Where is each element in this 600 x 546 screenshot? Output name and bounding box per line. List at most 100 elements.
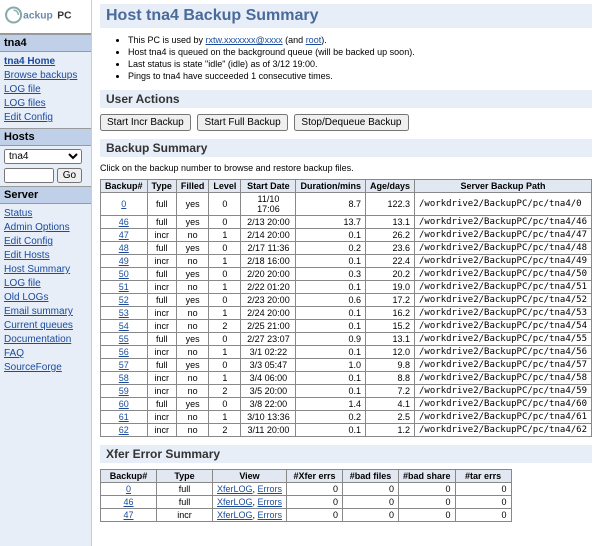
bs-cell: 3/1 02:22	[241, 346, 296, 359]
backup-number-link[interactable]: 58	[119, 373, 129, 383]
xe-cell: 0	[343, 483, 399, 496]
bs-cell: no	[176, 320, 209, 333]
xfer-error-table: Backup#TypeView#Xfer errs#bad files#bad …	[100, 469, 512, 522]
table-row: 47incrXferLOG, Errors0000	[101, 509, 512, 522]
stop-dequeue-backup-button[interactable]	[294, 114, 408, 131]
xfer-view-link[interactable]: XferLOG	[217, 484, 253, 494]
backup-number-link[interactable]: 47	[119, 230, 129, 240]
bs-cell: incr	[147, 411, 176, 424]
backup-number-link[interactable]: 56	[119, 347, 129, 357]
backup-number-link[interactable]: 61	[119, 412, 129, 422]
sidebar-server-link-2[interactable]: Edit Config	[4, 235, 87, 249]
table-row: 60fullyes03/8 22:001.44.1/workdrive2/Bac…	[101, 398, 592, 411]
backup-number-link[interactable]: 52	[119, 295, 129, 305]
bs-cell: yes	[176, 193, 209, 216]
xfer-view-link[interactable]: Errors	[258, 510, 283, 520]
bs-cell: incr	[147, 229, 176, 242]
sidebar-server-link-6[interactable]: Old LOGs	[4, 291, 87, 305]
bs-cell: 20.2	[365, 268, 414, 281]
host-input[interactable]	[4, 168, 54, 183]
backup-number-link[interactable]: 62	[119, 425, 129, 435]
backup-number-link[interactable]: 49	[119, 256, 129, 266]
sidebar-host-link-3[interactable]: LOG files	[4, 97, 87, 111]
backup-path: /workdrive2/BackupPC/pc/tna4/58	[415, 372, 592, 385]
sidebar-host-link-4[interactable]: Edit Config	[4, 111, 87, 125]
bs-cell: incr	[147, 307, 176, 320]
bs-cell: 2	[209, 424, 241, 437]
backup-path: /workdrive2/BackupPC/pc/tna4/53	[415, 307, 592, 320]
backup-summary-header: Backup Summary	[100, 139, 592, 157]
xe-col-header: View	[213, 470, 287, 483]
bs-cell: 0	[209, 268, 241, 281]
sidebar-server-link-4[interactable]: Host Summary	[4, 263, 87, 277]
sidebar-server-link-1[interactable]: Admin Options	[4, 221, 87, 235]
backup-number-link[interactable]: 54	[119, 321, 129, 331]
bs-cell: full	[147, 216, 176, 229]
sidebar-hosts-header: Hosts	[0, 128, 91, 146]
bs-cell: 2/17 11:36	[241, 242, 296, 255]
bs-cell: 2/22 01:20	[241, 281, 296, 294]
table-row: 52fullyes02/23 20:000.617.2/workdrive2/B…	[101, 294, 592, 307]
backup-number-link[interactable]: 46	[119, 217, 129, 227]
backup-number-link[interactable]: 47	[123, 510, 133, 520]
table-row: 0fullXferLOG, Errors0000	[101, 483, 512, 496]
bs-cell: incr	[147, 346, 176, 359]
xfer-view-link[interactable]: Errors	[258, 484, 283, 494]
bs-cell: 1.4	[296, 398, 366, 411]
bs-cell: 0	[209, 242, 241, 255]
sidebar-server-link-3[interactable]: Edit Hosts	[4, 249, 87, 263]
xfer-view-link[interactable]: XferLOG	[217, 497, 253, 507]
backup-number-link[interactable]: 55	[119, 334, 129, 344]
sidebar-server-link-7[interactable]: Email summary	[4, 305, 87, 319]
xfer-view-link[interactable]: XferLOG	[217, 510, 253, 520]
xe-cell: incr	[157, 509, 213, 522]
sidebar-server-link-0[interactable]: Status	[4, 207, 87, 221]
table-row: 58incrno13/4 06:000.18.8/workdrive2/Back…	[101, 372, 592, 385]
backup-path: /workdrive2/BackupPC/pc/tna4/56	[415, 346, 592, 359]
status-bullets: This PC is used by rxtw.xxxxxxx@xxxx (an…	[128, 34, 592, 82]
backup-number-link[interactable]: 0	[126, 484, 131, 494]
bs-cell: yes	[176, 398, 209, 411]
start-full-backup-button[interactable]	[197, 114, 287, 131]
backup-number-link[interactable]: 60	[119, 399, 129, 409]
sidebar-host-link-2[interactable]: LOG file	[4, 83, 87, 97]
backup-path: /workdrive2/BackupPC/pc/tna4/59	[415, 385, 592, 398]
xe-view-cell: XferLOG, Errors	[213, 496, 287, 509]
bs-cell: 0.1	[296, 229, 366, 242]
bs-cell: 3/5 20:00	[241, 385, 296, 398]
sidebar-server-link-5[interactable]: LOG file	[4, 277, 87, 291]
go-button[interactable]	[57, 168, 82, 183]
svg-text:ackup: ackup	[23, 10, 53, 21]
table-row: 48fullyes02/17 11:360.223.6/workdrive2/B…	[101, 242, 592, 255]
bs-cell: 13.7	[296, 216, 366, 229]
sidebar-host-link-0[interactable]: tna4 Home	[4, 55, 87, 69]
page-title: Host tna4 Backup Summary	[100, 4, 592, 28]
backup-number-link[interactable]: 50	[119, 269, 129, 279]
backup-number-link[interactable]: 46	[123, 497, 133, 507]
backup-path: /workdrive2/BackupPC/pc/tna4/61	[415, 411, 592, 424]
xe-cell: 0	[455, 509, 511, 522]
backup-number-link[interactable]: 51	[119, 282, 129, 292]
backup-number-link[interactable]: 53	[119, 308, 129, 318]
sidebar-host-link-1[interactable]: Browse backups	[4, 69, 87, 83]
sidebar-server-link-10[interactable]: FAQ	[4, 347, 87, 361]
bs-cell: 2/20 20:00	[241, 268, 296, 281]
backup-number-link[interactable]: 57	[119, 360, 129, 370]
sidebar-server-link-8[interactable]: Current queues	[4, 319, 87, 333]
bs-col-header: Filled	[176, 180, 209, 193]
backup-number-link[interactable]: 48	[119, 243, 129, 253]
bs-cell: 3/8 22:00	[241, 398, 296, 411]
start-incr-backup-button[interactable]	[100, 114, 191, 131]
table-row: 59incrno23/5 20:000.17.2/workdrive2/Back…	[101, 385, 592, 398]
backup-number-link[interactable]: 59	[119, 386, 129, 396]
bs-cell: 2/18 16:00	[241, 255, 296, 268]
sidebar-server-link-9[interactable]: Documentation	[4, 333, 87, 347]
bs-cell: 0.1	[296, 255, 366, 268]
sidebar-server-link-11[interactable]: SourceForge	[4, 361, 87, 375]
xfer-view-link[interactable]: Errors	[258, 497, 283, 507]
xe-cell: 0	[455, 483, 511, 496]
backup-number-link[interactable]: 0	[121, 199, 126, 209]
host-select[interactable]: tna4	[4, 149, 82, 164]
bs-cell: no	[176, 385, 209, 398]
bs-cell: 22.4	[365, 255, 414, 268]
